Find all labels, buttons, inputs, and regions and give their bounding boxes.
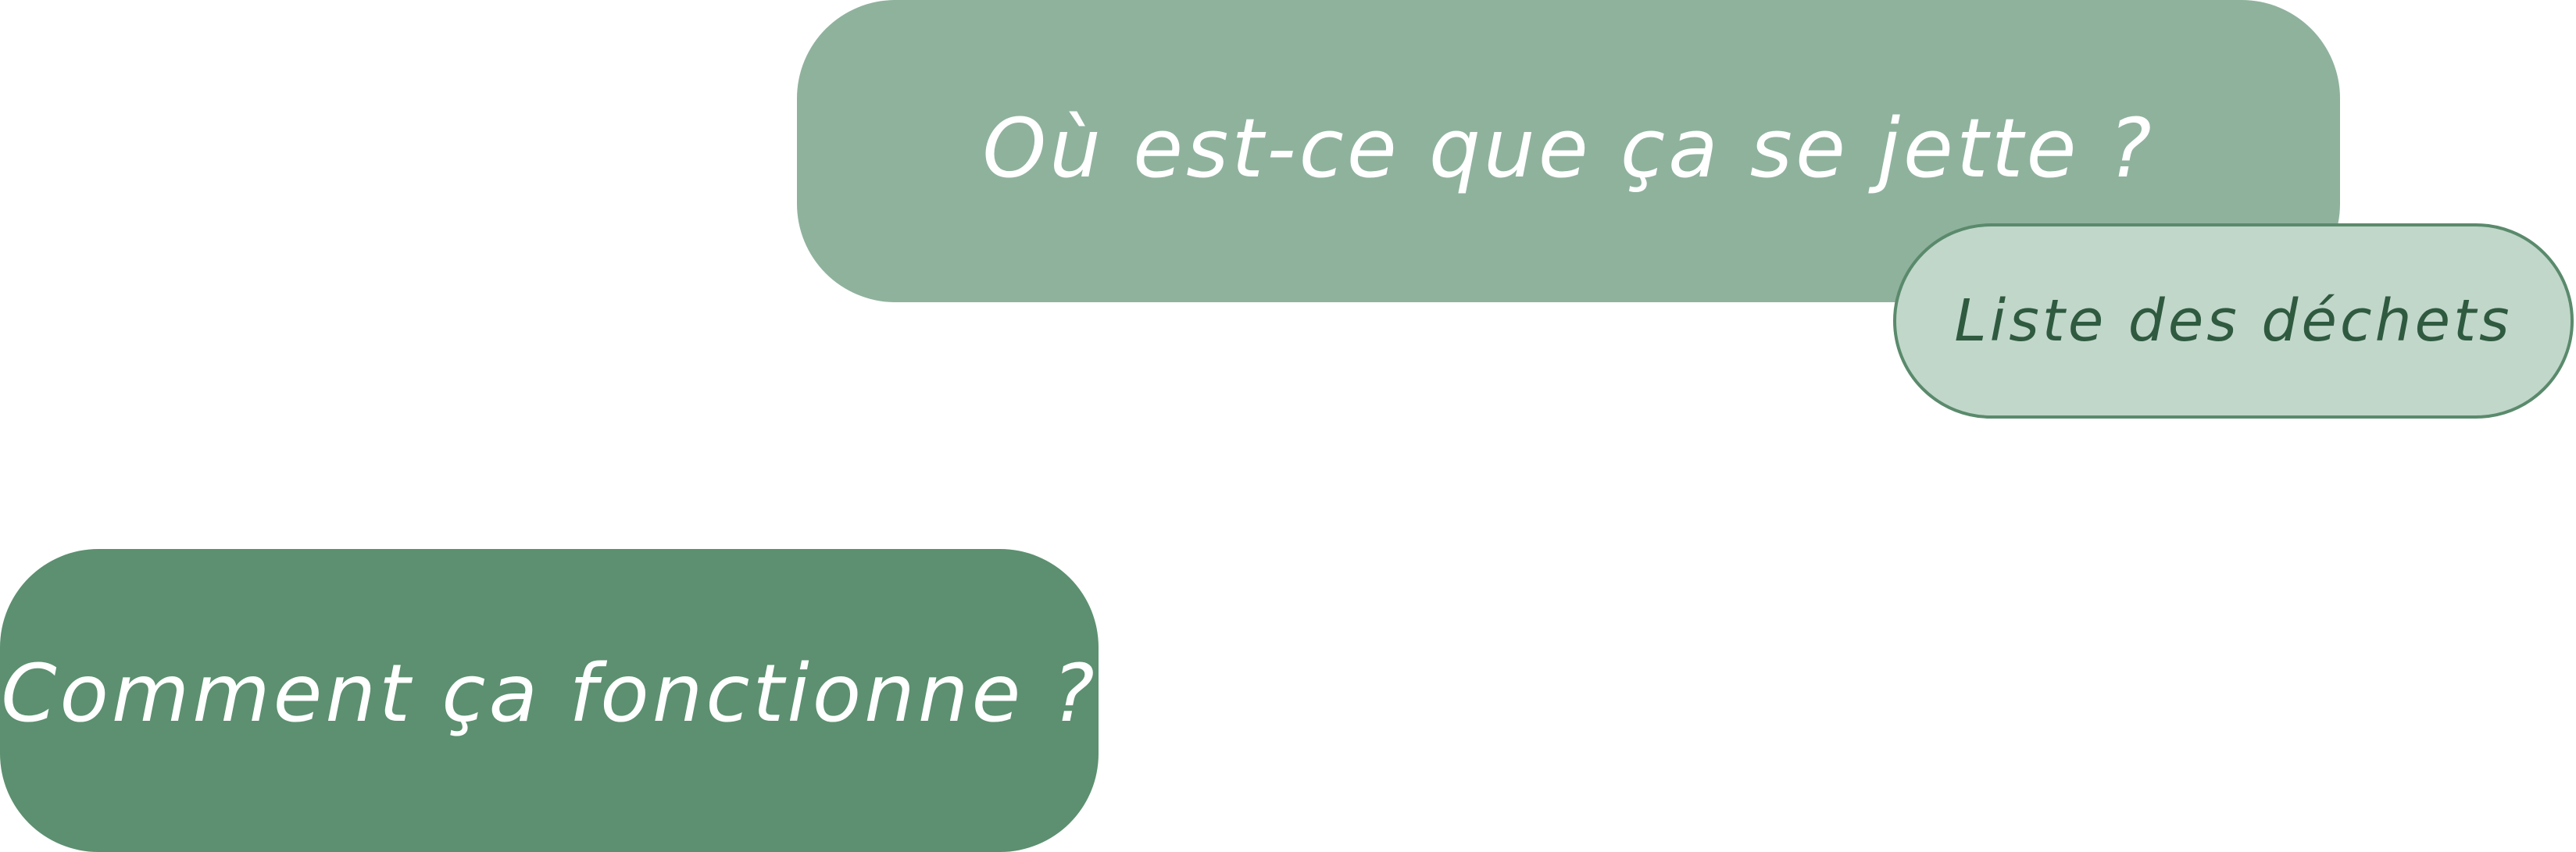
waste-list-button[interactable]: Liste des déchets (1893, 223, 2574, 419)
how-it-works-button[interactable]: Comment ça fonctionne ? (0, 549, 1099, 852)
where-to-throw-label: Où est-ce que ça se jette ? (982, 100, 2155, 196)
how-it-works-label: Comment ça fonctionne ? (1, 647, 1098, 740)
waste-list-label: Liste des déchets (1954, 287, 2513, 355)
